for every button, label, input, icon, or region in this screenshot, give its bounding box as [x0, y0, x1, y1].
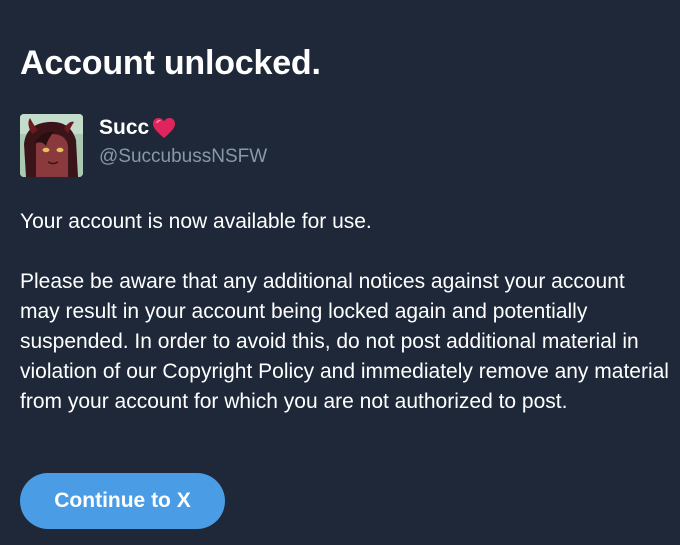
page-title: Account unlocked. — [20, 44, 321, 82]
avatar — [20, 114, 83, 177]
display-name-row: Succ — [99, 114, 267, 142]
message-paragraph-availability: Your account is now available for use. — [20, 210, 372, 233]
avatar-image — [20, 114, 83, 177]
account-handle: @SuccubussNSFW — [99, 146, 268, 167]
account-card: Succ @SuccubussNSFW — [20, 114, 267, 177]
account-names: Succ @SuccubussNSFW — [99, 114, 267, 170]
heart-icon — [152, 117, 176, 139]
display-name: Succ — [99, 116, 150, 139]
continue-button[interactable]: Continue to X — [20, 473, 225, 529]
message-paragraph-warning: Please be aware that any additional noti… — [20, 270, 669, 413]
